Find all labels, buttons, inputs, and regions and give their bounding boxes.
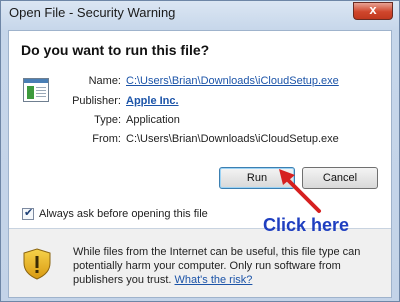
checkmark-icon: ✔ xyxy=(24,207,34,219)
name-value[interactable]: C:\Users\Brian\Downloads\iCloudSetup.exe xyxy=(126,75,339,87)
click-here-annotation: Click here xyxy=(263,215,350,235)
from-value: C:\Users\Brian\Downloads\iCloudSetup.exe xyxy=(126,133,339,145)
file-icon xyxy=(23,78,49,102)
whats-the-risk-link[interactable]: What's the risk? xyxy=(175,274,253,286)
type-label: Type: xyxy=(94,114,121,126)
close-button[interactable]: x xyxy=(353,2,393,20)
name-label: Name: xyxy=(88,75,121,87)
warning-panel: While files from the Internet can be use… xyxy=(9,229,391,297)
publisher-link[interactable]: Apple Inc. xyxy=(126,95,179,107)
title-bar: Open File - Security Warning x xyxy=(1,1,399,25)
window-title: Open File - Security Warning xyxy=(9,5,176,20)
security-warning-dialog: Open File - Security Warning x Do you wa… xyxy=(0,0,400,302)
dialog-content: Do you want to run this file? Name: C:\U… xyxy=(8,30,392,298)
dialog-heading: Do you want to run this file? xyxy=(21,42,210,58)
always-ask-checkbox[interactable]: ✔ xyxy=(22,207,34,220)
type-value: Application xyxy=(126,114,180,126)
arrow-icon xyxy=(279,169,321,213)
from-label: From: xyxy=(92,133,121,145)
publisher-label: Publisher: xyxy=(72,95,121,107)
always-ask-label[interactable]: Always ask before opening this file xyxy=(39,208,208,220)
close-icon: x xyxy=(369,2,377,17)
shield-warning-icon xyxy=(23,248,51,280)
warning-text: While files from the Internet can be use… xyxy=(73,245,385,287)
